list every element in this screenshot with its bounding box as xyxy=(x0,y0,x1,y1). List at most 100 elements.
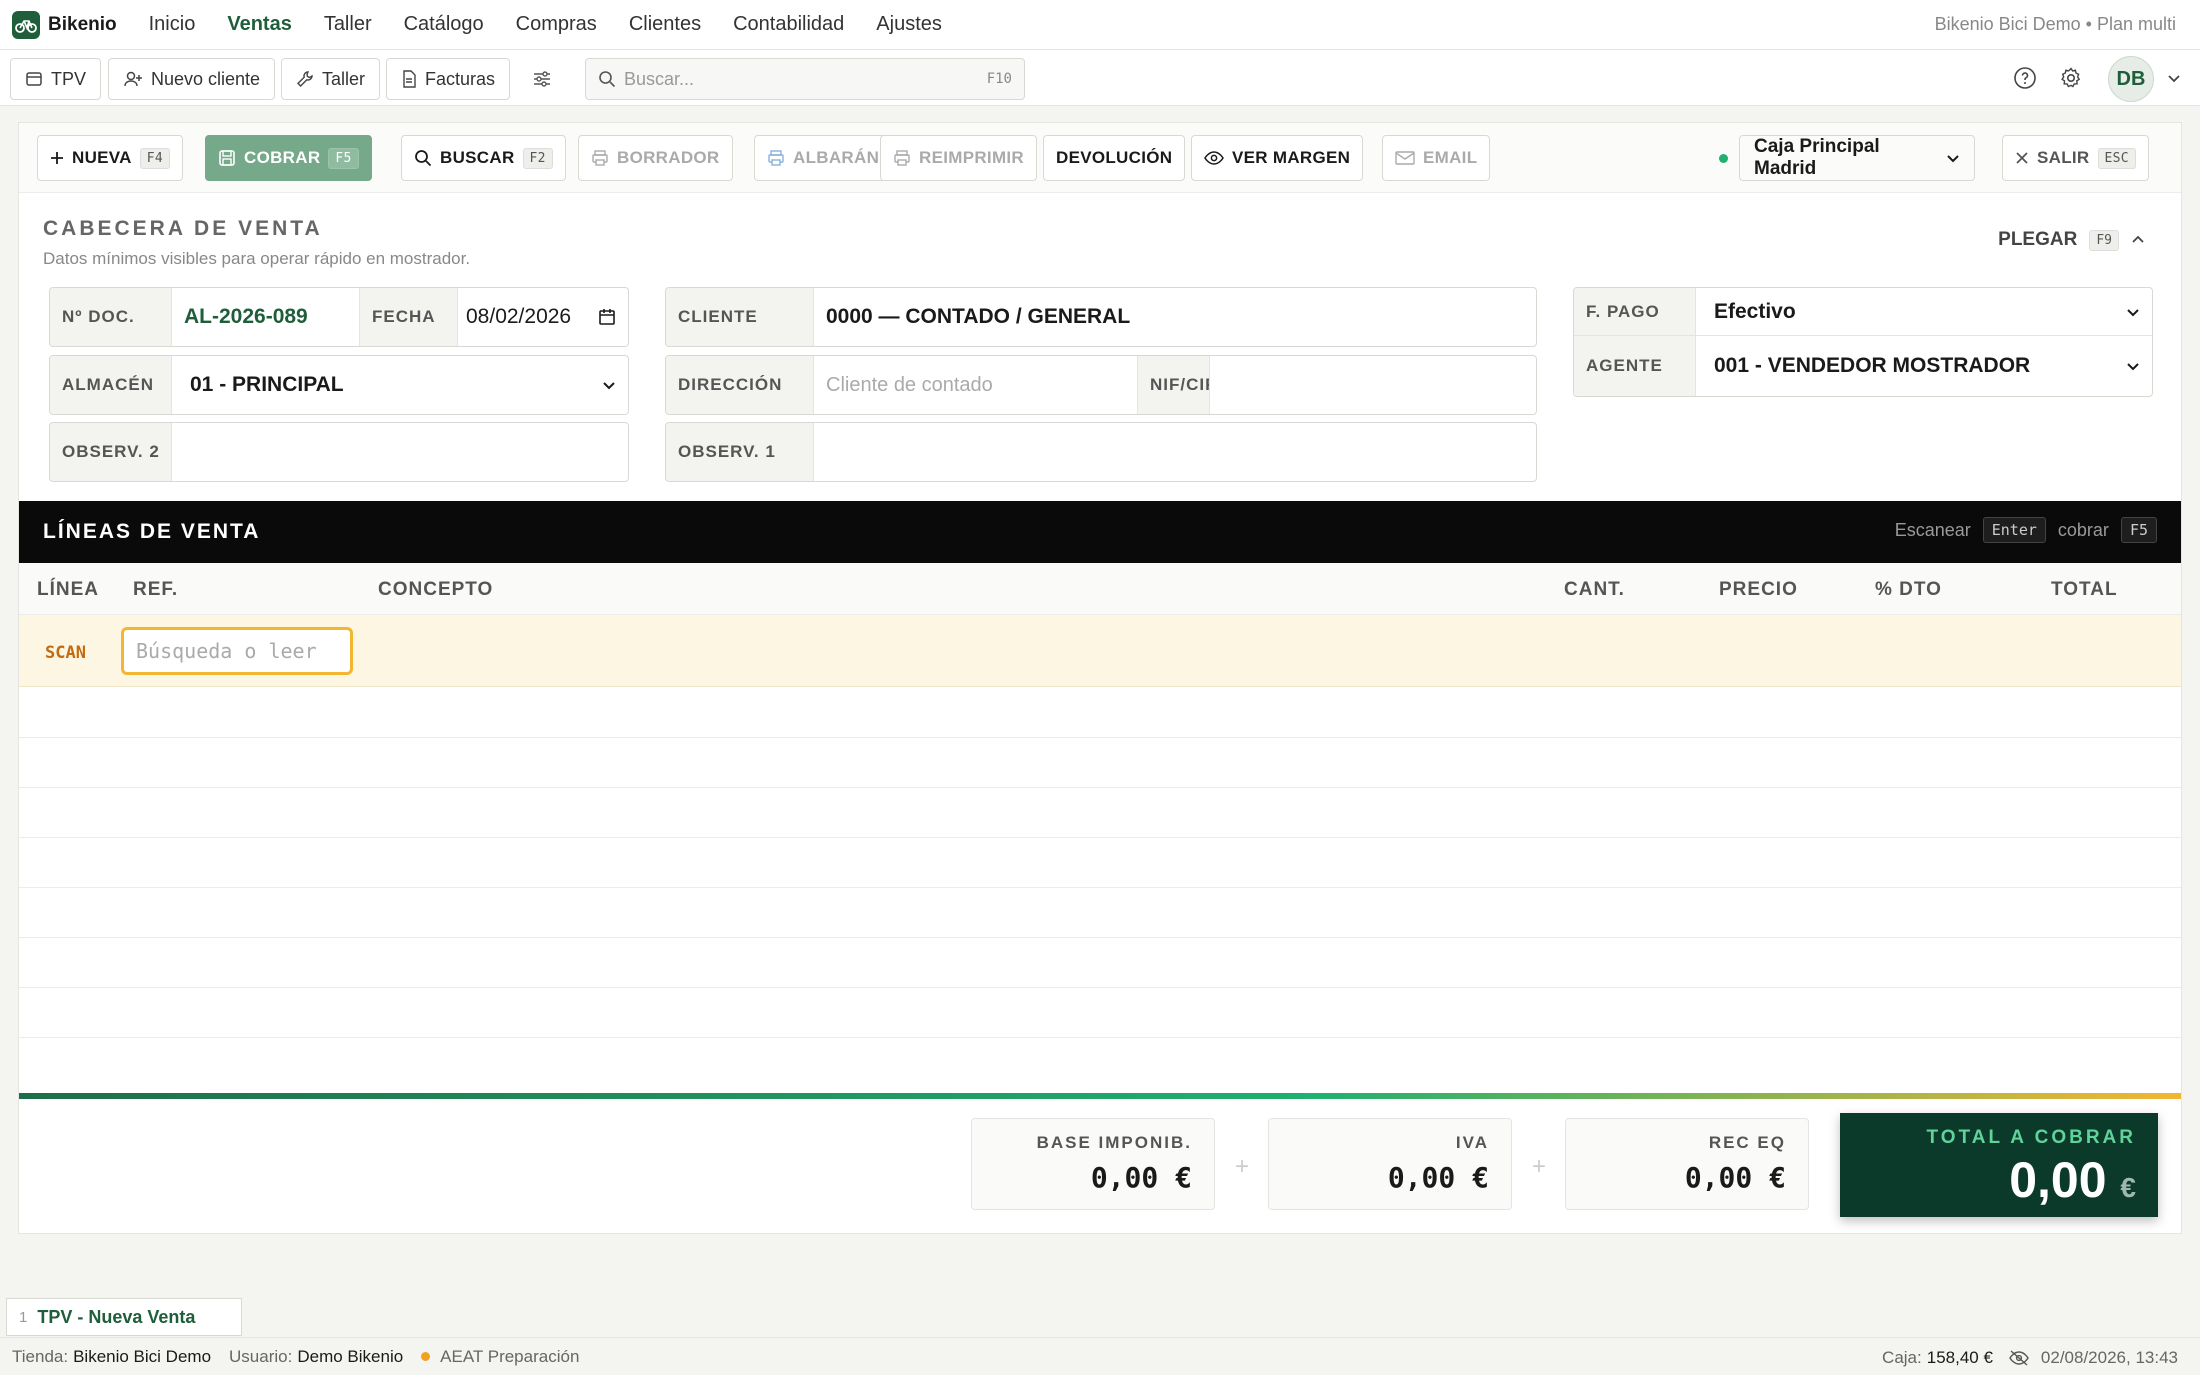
brand[interactable]: Bikenio xyxy=(12,10,117,39)
plus-sign: + xyxy=(1235,1153,1250,1180)
search-bar[interactable]: Buscar... F10 xyxy=(585,58,1025,100)
chevron-down-icon[interactable] xyxy=(2160,64,2188,92)
total-value: 0,00 xyxy=(2009,1152,2107,1208)
eye-off-icon[interactable] xyxy=(2009,1350,2029,1366)
observ1-row: OBSERV. 1 xyxy=(665,422,1537,482)
filters-button[interactable] xyxy=(518,58,574,100)
facturas-label: Facturas xyxy=(425,68,496,89)
plus-sign: + xyxy=(1532,1153,1547,1180)
taller-button[interactable]: Taller xyxy=(281,58,381,100)
usuario-label: Usuario: xyxy=(229,1346,293,1366)
salir-button[interactable]: SALIR ESC xyxy=(2002,135,2149,181)
fpago-label: F. PAGO xyxy=(1574,288,1696,335)
agente-select[interactable]: 001 - VENDEDOR MOSTRADOR xyxy=(1696,336,2152,396)
observ1-field[interactable] xyxy=(814,423,1536,481)
scan-input[interactable]: Búsqueda o leer xyxy=(121,627,353,675)
iva-label: IVA xyxy=(1455,1133,1489,1152)
lines-column-header: LÍNEA REF. CONCEPTO CANT. PRECIO % DTO T… xyxy=(19,563,2181,615)
ndoc-field[interactable]: AL-2026-089 xyxy=(172,288,360,346)
plegar-label: PLEGAR xyxy=(1998,229,2078,250)
direccion-field[interactable]: Cliente de contado xyxy=(814,356,1138,414)
total-a-cobrar-box: TOTAL A COBRAR 0,00 € xyxy=(1840,1113,2158,1217)
nav-clientes[interactable]: Clientes xyxy=(629,13,701,36)
avatar[interactable]: DB xyxy=(2108,56,2154,102)
almacen-select[interactable]: 01 - PRINCIPAL xyxy=(172,356,628,414)
close-icon xyxy=(2016,152,2028,164)
borrador-button[interactable]: BORRADOR xyxy=(578,135,733,181)
email-button[interactable]: EMAIL xyxy=(1382,135,1491,181)
bike-icon xyxy=(12,10,40,39)
observ2-field[interactable] xyxy=(172,423,628,481)
buscar-button[interactable]: BUSCAR F2 xyxy=(401,135,566,181)
fpago-select[interactable]: Efectivo xyxy=(1696,288,2152,335)
help-icon[interactable] xyxy=(2011,64,2039,92)
almacen-value: 01 - PRINCIPAL xyxy=(190,373,344,396)
nif-label: NIF/CIF xyxy=(1138,356,1210,414)
col-dto: % DTO xyxy=(1875,579,1942,600)
search-input[interactable]: Buscar... xyxy=(624,69,987,90)
nav-inicio[interactable]: Inicio xyxy=(149,13,196,36)
row-divider xyxy=(19,937,2181,938)
nav-ventas[interactable]: Ventas xyxy=(227,13,291,36)
nav-contabilidad[interactable]: Contabilidad xyxy=(733,13,844,36)
plus-icon xyxy=(51,152,63,164)
scan-row: SCAN Búsqueda o leer xyxy=(19,615,2181,687)
cobrar-button[interactable]: COBRAR F5 xyxy=(205,135,372,181)
cobrar-shortcut: F5 xyxy=(328,147,359,169)
caja-select[interactable]: Caja Principal Madrid xyxy=(1739,135,1975,181)
base-imponible-box: BASE IMPONIB. 0,00 € xyxy=(971,1118,1215,1210)
observ2-row: OBSERV. 2 xyxy=(49,422,629,482)
reimprimir-button[interactable]: REIMPRIMIR xyxy=(880,135,1037,181)
nueva-button[interactable]: NUEVA F4 xyxy=(37,135,184,181)
nav-taller[interactable]: Taller xyxy=(324,13,372,36)
row-divider xyxy=(19,737,2181,738)
fecha-field[interactable]: 08/02/2026 xyxy=(458,288,628,346)
facturas-button[interactable]: Facturas xyxy=(386,58,511,100)
receq-value: 0,00 € xyxy=(1684,1161,1786,1194)
nuevo-cliente-button[interactable]: Nuevo cliente xyxy=(108,58,276,100)
status-right: Caja: 158,40 € 02/08/2026, 13:43 xyxy=(1882,1348,2178,1368)
nuevo-cliente-label: Nuevo cliente xyxy=(151,68,261,89)
nav-compras[interactable]: Compras xyxy=(516,13,597,36)
action-bar: NUEVA F4 COBRAR F5 BUSCAR F2 BORRADOR AL… xyxy=(19,123,2181,193)
tpv-button[interactable]: TPV xyxy=(10,58,102,100)
scan-label: SCAN xyxy=(45,643,86,663)
rec-eq-box: REC EQ 0,00 € xyxy=(1565,1118,1809,1210)
printer-icon xyxy=(894,150,910,166)
row-divider xyxy=(19,887,2181,888)
hint-scan: Escanear xyxy=(1894,519,1971,540)
fecha-value: 08/02/2026 xyxy=(466,305,572,328)
hint-cobrar: cobrar xyxy=(2057,519,2109,540)
account-label: Bikenio Bici Demo • Plan multi xyxy=(1934,14,2176,34)
agente-label: AGENTE xyxy=(1574,336,1696,396)
search-icon xyxy=(599,71,616,88)
cliente-field[interactable]: 0000 — CONTADO / GENERAL xyxy=(814,288,1536,346)
devolucion-label: DEVOLUCIÓN xyxy=(1056,148,1173,167)
nav-ajustes[interactable]: Ajustes xyxy=(876,13,942,36)
usuario-value: Demo Bikenio xyxy=(297,1346,404,1366)
fecha-label: FECHA xyxy=(360,288,458,346)
chevron-down-icon xyxy=(2127,308,2139,316)
lines-hint: Escanear Enter cobrar F5 xyxy=(1895,517,2157,543)
direccion-row: DIRECCIÓN Cliente de contado NIF/CIF xyxy=(665,355,1537,415)
albaran-button[interactable]: ALBARÁN xyxy=(754,135,893,181)
nav-catalogo[interactable]: Catálogo xyxy=(404,13,484,36)
buscar-label: BUSCAR xyxy=(440,148,515,167)
tab-tpv-nueva-venta[interactable]: 1 TPV - Nueva Venta xyxy=(6,1298,242,1336)
nif-field[interactable] xyxy=(1210,356,1536,414)
top-nav: Bikenio Inicio Ventas Taller Catálogo Co… xyxy=(0,0,2200,50)
base-value: 0,00 € xyxy=(1090,1161,1192,1194)
gear-icon[interactable] xyxy=(2057,64,2085,92)
progress-gradient-bar xyxy=(19,1093,2181,1099)
calendar-icon xyxy=(599,309,615,325)
base-label: BASE IMPONIB. xyxy=(1036,1133,1192,1152)
search-icon xyxy=(415,150,432,167)
devolucion-button[interactable]: DEVOLUCIÓN xyxy=(1043,135,1186,181)
total-amount: 0,00 € xyxy=(1862,1151,2136,1209)
ver-margen-button[interactable]: VER MARGEN xyxy=(1191,135,1364,181)
printer-icon xyxy=(768,150,784,166)
row-divider xyxy=(19,787,2181,788)
plegar-button[interactable]: PLEGAR F9 xyxy=(1998,229,2145,251)
hint-enter-key: Enter xyxy=(1982,517,2046,543)
salir-label: SALIR xyxy=(2037,148,2090,167)
